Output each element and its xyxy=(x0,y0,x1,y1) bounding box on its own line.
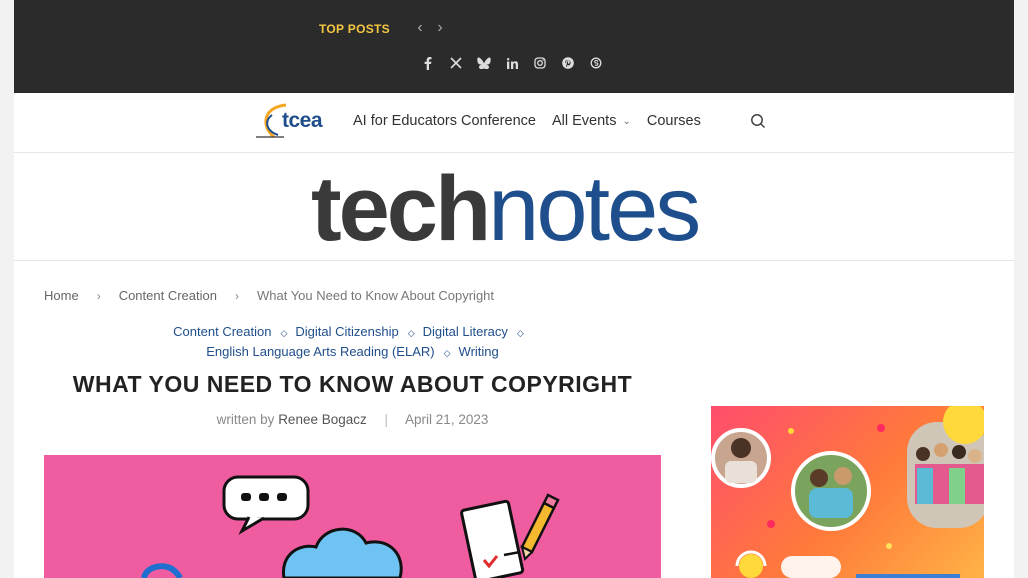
x-icon[interactable] xyxy=(447,54,465,72)
nav-item-courses[interactable]: Courses xyxy=(647,113,701,129)
checklist-icon xyxy=(460,499,525,578)
content-area: Home › Content Creation › What You Need … xyxy=(14,261,1014,578)
speech-bubble-icon xyxy=(222,475,310,535)
nav-item-label: All Events xyxy=(551,113,617,129)
search-icon[interactable] xyxy=(750,113,766,134)
facebook-icon[interactable] xyxy=(419,54,437,72)
article-title: WHAT YOU NEED TO KNOW ABOUT COPYRIGHT xyxy=(72,371,633,397)
category-link[interactable]: Digital Citizenship xyxy=(295,324,398,339)
pencil-icon xyxy=(520,493,560,561)
category-link[interactable]: Writing xyxy=(459,344,499,359)
nav-item-ai-conference[interactable]: AI for Educators Conference xyxy=(353,113,536,129)
nav-item-label: AI for Educators Conference xyxy=(353,113,536,129)
top-posts-label: TOP POSTS xyxy=(319,22,390,36)
diamond-icon: ◇ xyxy=(280,328,288,338)
tcea-logo-swoosh-icon xyxy=(256,103,287,139)
breadcrumb-current: What You Need to Know About Copyright xyxy=(256,288,495,303)
nav-item-label: Courses xyxy=(646,113,701,129)
nav-item-all-events[interactable]: All Events ⌄ xyxy=(552,113,631,129)
meta-divider: | xyxy=(384,412,389,427)
social-links xyxy=(419,54,605,72)
category-link[interactable]: Digital Literacy xyxy=(423,324,508,339)
diamond-icon: ◇ xyxy=(407,328,415,338)
chevron-right-icon: › xyxy=(234,288,239,303)
chevron-left-icon[interactable]: ‹ xyxy=(414,19,426,37)
instagram-icon[interactable] xyxy=(531,54,549,72)
diamond-icon: ◇ xyxy=(516,328,524,338)
technotes-logo[interactable]: technotes xyxy=(311,163,701,255)
chevron-right-icon: › xyxy=(96,288,101,303)
cloud-icon xyxy=(282,527,403,578)
category-list-row2: English Language Arts Reading (ELAR) ◇ Wri… xyxy=(44,342,661,363)
post-date: April 21, 2023 xyxy=(405,412,489,427)
author-link[interactable]: Renee Bogacz xyxy=(278,412,367,427)
tcea-logo[interactable]: tcea xyxy=(256,101,340,141)
category-list: Content Creation ◇ Digital Citizenship ◇ Dig… xyxy=(44,322,661,343)
category-link[interactable]: English Language Arts Reading (ELAR) xyxy=(206,344,434,359)
chevron-right-icon[interactable]: › xyxy=(434,19,446,37)
category-link[interactable]: Content Creation xyxy=(173,324,271,339)
site-header: technotes xyxy=(14,153,1014,261)
article-meta: written by Renee Bogacz | April 21, 2023 xyxy=(44,412,661,427)
top-posts-nav: ‹ › xyxy=(414,19,446,37)
breadcrumb-category[interactable]: Content Creation xyxy=(119,288,217,303)
written-by-label: written by xyxy=(216,412,275,427)
bluesky-icon[interactable] xyxy=(475,54,493,72)
top-bar: TOP POSTS ‹ › xyxy=(14,0,1014,93)
primary-nav: AI for Educators Conference All Events ⌄ … xyxy=(353,113,701,129)
diamond-icon: ◇ xyxy=(443,348,451,358)
main-navbar: tcea AI for Educators Conference All Eve… xyxy=(14,93,1014,153)
threads-icon[interactable] xyxy=(587,54,605,72)
ad-banner[interactable] xyxy=(711,406,984,578)
breadcrumb-home[interactable]: Home xyxy=(44,288,79,303)
brand-notes: notes xyxy=(488,158,701,260)
pinterest-icon[interactable] xyxy=(559,54,577,72)
hero-image xyxy=(44,455,661,578)
chevron-down-icon: ⌄ xyxy=(622,115,631,127)
brand-tech: tech xyxy=(311,158,491,260)
breadcrumb: Home › Content Creation › What You Need … xyxy=(44,288,494,303)
linkedin-icon[interactable] xyxy=(503,54,521,72)
